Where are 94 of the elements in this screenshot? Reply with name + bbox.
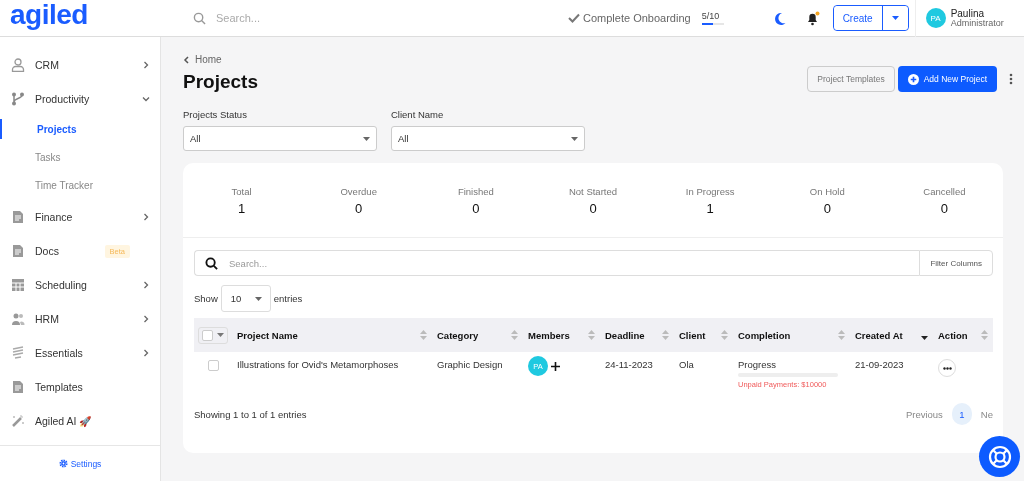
stat-label: Total [231, 186, 252, 197]
filter-select[interactable]: All [183, 126, 377, 151]
table-search-field[interactable]: Search... [194, 250, 920, 276]
onboarding-link[interactable]: Complete Onboarding [583, 12, 691, 24]
rocket-icon: 🚀 [79, 415, 92, 427]
search-field[interactable]: Search... [214, 11, 418, 25]
column-header[interactable]: Project Name [237, 329, 298, 341]
sidebar-subitem[interactable]: Time Tracker [0, 175, 160, 195]
stat-label: Finished [457, 186, 494, 197]
table-cell: Graphic Design [437, 359, 503, 370]
stat-value: 0 [355, 201, 363, 216]
search-input[interactable]: Search... [227, 256, 920, 270]
project-templates-button[interactable]: Project Templates [807, 66, 895, 92]
grid-icon [11, 278, 25, 292]
filter-label: Projects Status [183, 109, 248, 120]
moon-icon[interactable] [773, 11, 786, 25]
stat-label: Cancelled [923, 186, 966, 197]
plus-circle-icon [907, 73, 919, 85]
add-member-icon[interactable] [551, 361, 560, 371]
sidebar-item[interactable]: CRM [0, 53, 160, 77]
column-header[interactable]: Created At [855, 329, 903, 341]
column-header[interactable]: Completion [738, 329, 791, 341]
stat-label: Not Started [568, 186, 617, 197]
onboarding-count: 5/10 [701, 11, 721, 21]
show-label: Show [194, 293, 218, 304]
filter-columns-button[interactable]: Filter Columns [919, 250, 993, 276]
column-header[interactable]: Deadline [605, 329, 645, 341]
settings-icon [58, 459, 68, 468]
help-button[interactable] [979, 436, 1020, 477]
people-icon [11, 312, 25, 326]
stat-label: In Progress [685, 186, 735, 197]
row-checkbox[interactable] [207, 360, 219, 371]
filter-select[interactable]: All [391, 126, 585, 151]
stat-label: Overdue [340, 186, 377, 197]
stat-label: On Hold [809, 186, 845, 197]
more-icon [942, 366, 952, 370]
table-cell: 21-09-2023 [855, 359, 904, 370]
progress-label: Progress [738, 359, 777, 370]
sidebar-item[interactable]: Templates [0, 375, 160, 399]
caret-icon [363, 136, 370, 141]
stat-value: 1 [237, 201, 246, 216]
lifebuoy-icon [987, 444, 1012, 469]
filter-label: Client Name [391, 109, 445, 120]
branch-icon [11, 92, 25, 106]
stat-value: 0 [589, 201, 597, 216]
stat-value: 1 [706, 201, 714, 216]
entries-info: Showing 1 to 1 of 1 entries [194, 408, 307, 420]
caret-icon [571, 136, 578, 141]
wand-icon [11, 414, 25, 428]
more-icon[interactable] [1009, 73, 1013, 85]
sidebar-subitem[interactable]: Tasks [0, 147, 160, 167]
stat-value: 0 [823, 201, 831, 216]
table-cell: Ola [679, 359, 694, 370]
table-cell: 24-11-2023 [605, 359, 653, 370]
select-all-checkbox[interactable] [198, 326, 228, 344]
check-icon [568, 13, 580, 23]
column-header[interactable]: Client [679, 329, 706, 341]
caret-icon [255, 296, 263, 301]
stat-value: 0 [472, 201, 480, 216]
caret-icon [217, 333, 224, 337]
column-header[interactable]: Category [437, 329, 479, 341]
stat-value: 0 [940, 201, 949, 216]
page-size-select[interactable]: 10 [220, 285, 271, 312]
breadcrumb-link[interactable]: Home [183, 54, 1003, 65]
docs-icon [11, 244, 25, 258]
file-icon [11, 210, 25, 224]
sidebar-item[interactable]: HRM [0, 307, 160, 331]
search-icon [193, 11, 206, 25]
column-header[interactable]: Members [528, 329, 570, 341]
row-actions-button[interactable] [938, 359, 956, 377]
entries-label: entries [273, 293, 303, 304]
bell-icon[interactable] [805, 10, 820, 26]
add-project-button[interactable]: Add New Project [897, 66, 997, 92]
chevron-left-icon [183, 55, 189, 64]
caret-icon [891, 16, 899, 20]
settings-link[interactable]: Settings [58, 458, 102, 469]
page-title: Projects [183, 71, 258, 93]
search-icon [205, 256, 218, 270]
column-header[interactable]: Action [938, 329, 968, 341]
previous-link[interactable]: Previous [905, 408, 943, 420]
table-cell: Illustrations for Ovid's Metamorphoses [237, 359, 399, 370]
sidebar-item[interactable]: Essentials [0, 341, 160, 365]
user-role: Administrator [950, 18, 1004, 29]
user-name: Paulina [950, 7, 985, 19]
next-link[interactable]: Ne [980, 408, 993, 420]
logo[interactable]: agiled [10, 1, 88, 29]
sidebar-item[interactable]: Scheduling [0, 273, 160, 297]
dropdown-button[interactable] [881, 6, 908, 30]
sidebar-item[interactable]: Productivity [0, 87, 160, 111]
user-icon [11, 58, 25, 72]
sidebar-item[interactable]: Agiled AI 🚀 [0, 409, 160, 433]
page-link[interactable]: 1 [951, 403, 972, 425]
sidebar-subitem[interactable]: Projects [0, 119, 160, 139]
sidebar-item[interactable]: Finance [0, 205, 160, 229]
